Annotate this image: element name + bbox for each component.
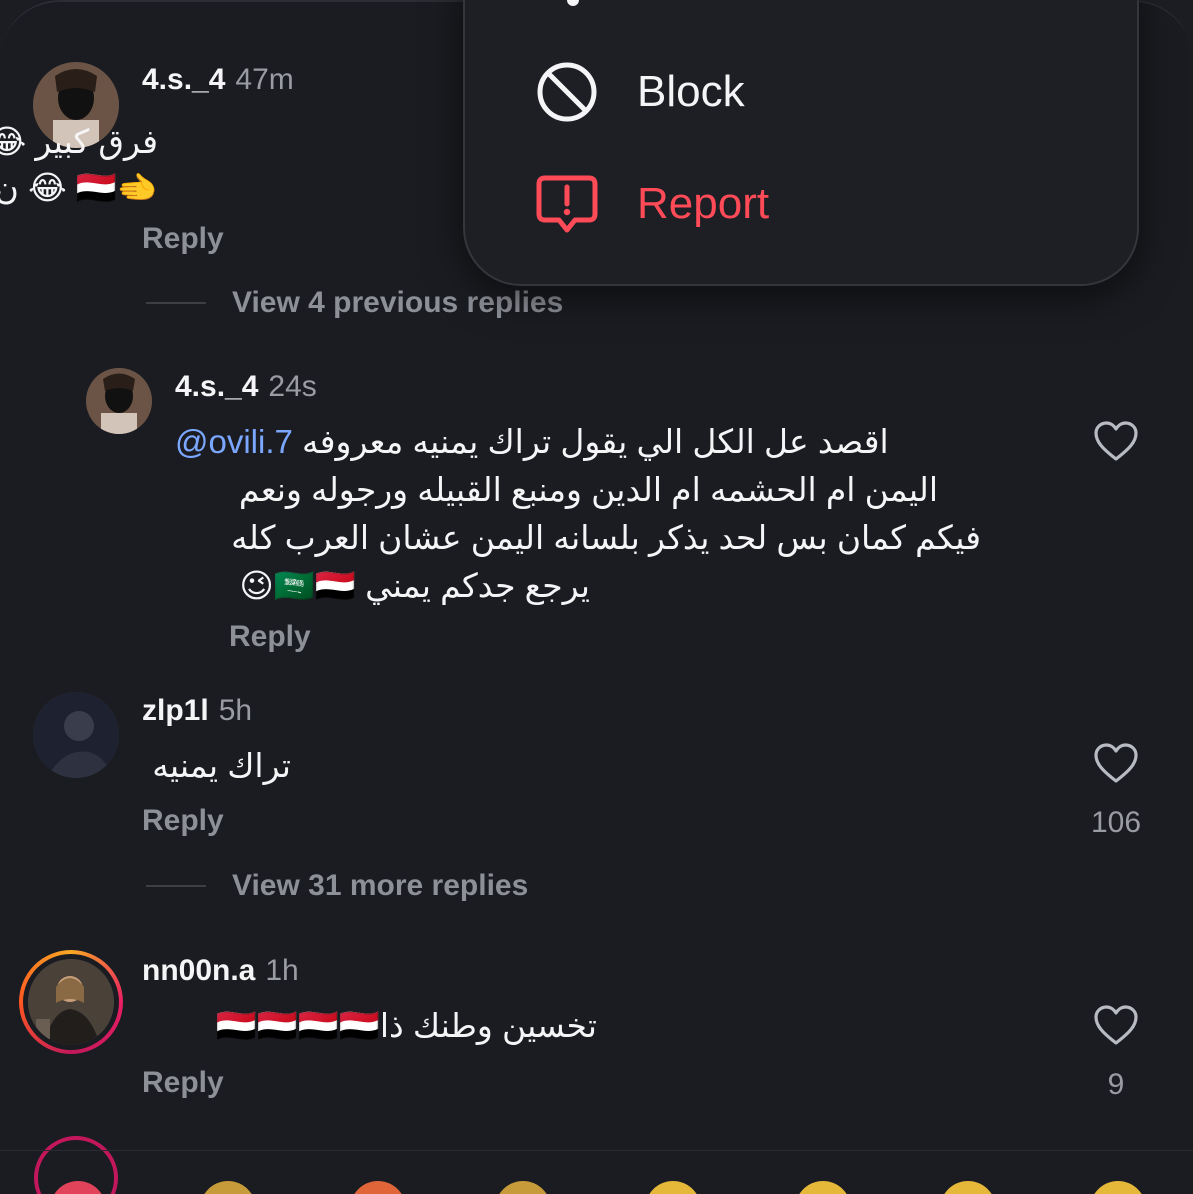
emoji-love-eyes[interactable]: [795, 1181, 851, 1194]
comment-text-line: تراك يمنيه: [152, 747, 291, 784]
emoji-shock[interactable]: [940, 1181, 996, 1194]
comment-username[interactable]: nn00n.a 1h: [142, 954, 299, 988]
comment-text: اقصد عل الكل الي يقول تراك يمنيه معروفه: [302, 423, 889, 460]
avatar[interactable]: [86, 368, 152, 434]
replies-divider: [146, 302, 206, 304]
replies-divider: [146, 885, 206, 887]
comment-text-line: تخسين وطنك ذا🇾🇪🇾🇪🇾🇪🇾🇪: [215, 1007, 597, 1044]
comment-time: 1h: [265, 954, 299, 987]
reply-button[interactable]: Reply: [229, 620, 311, 654]
view-more-replies[interactable]: View 31 more replies: [146, 869, 528, 903]
comment-text-line: فرق كبير 😂😂 خليج: [0, 123, 158, 160]
view-replies-label[interactable]: View 4 previous replies: [232, 286, 563, 320]
context-menu: Block Report: [463, 0, 1139, 286]
username-text[interactable]: 4.s._4: [142, 63, 225, 96]
like-button[interactable]: [1076, 1004, 1156, 1051]
username-text[interactable]: 4.s._4: [175, 370, 258, 403]
comment-username[interactable]: 4.s._4 47m: [142, 63, 294, 97]
emoji-raise-hands[interactable]: [495, 1181, 551, 1194]
view-replies-label[interactable]: View 31 more replies: [232, 869, 528, 903]
mention-link[interactable]: @ovili.7: [175, 423, 293, 460]
block-label[interactable]: Block: [637, 67, 745, 117]
report-menu-item[interactable]: Report: [535, 172, 769, 236]
emoji-sad[interactable]: [645, 1181, 701, 1194]
report-label[interactable]: Report: [637, 179, 769, 229]
comment-time: 24s: [268, 370, 317, 403]
emoji-quick-bar: [0, 1150, 1193, 1194]
comment-time: 5h: [218, 694, 253, 727]
avatar[interactable]: [33, 692, 119, 778]
comment-username[interactable]: zlp1l 5h: [142, 694, 252, 728]
username-text[interactable]: nn00n.a: [142, 954, 255, 987]
like-count: 9: [1107, 1068, 1125, 1101]
username-text[interactable]: zlp1l: [142, 694, 209, 727]
emoji-clap[interactable]: [200, 1181, 256, 1194]
avatar[interactable]: [28, 959, 114, 1045]
block-icon: [537, 62, 597, 122]
heart-icon[interactable]: [1093, 742, 1139, 784]
heart-icon[interactable]: [1093, 420, 1139, 462]
comments-sheet: 4.s._4 47m فرق كبير 😂😂 خليج 🫲🇾🇪 😂 ن ولخلي…: [0, 0, 1193, 1194]
comment-text-line: اليمن ام الحشمه ام الدين ومنبع القبيله و…: [238, 471, 938, 508]
like-button[interactable]: [1076, 742, 1156, 789]
emoji-heart[interactable]: [50, 1181, 106, 1194]
reply-button[interactable]: Reply: [142, 1066, 224, 1100]
emoji-fire[interactable]: [350, 1181, 406, 1194]
like-count: 106: [1090, 806, 1142, 839]
comment-text-line: 🫲🇾🇪 😂 ن ولخليج: [0, 169, 158, 206]
comment-3: zlp1l 5h تراك يمنيه Reply 106: [0, 680, 1193, 860]
comment-text-line: فيكم كمان بس لحد يذكر بلسانه اليمن عشان …: [231, 519, 981, 556]
reply-button[interactable]: Reply: [142, 804, 224, 838]
comment-2: 4.s._4 24s @ovili.7 اقصد عل الكل الي يقول…: [0, 360, 1193, 660]
reply-button[interactable]: Reply: [142, 222, 224, 256]
comment-time: 47m: [235, 63, 294, 96]
emoji-laugh[interactable]: [1090, 1181, 1146, 1194]
menu-hidden-item-dot: [567, 0, 579, 6]
block-menu-item[interactable]: Block: [535, 60, 745, 124]
comment-text-line: يرجع جدكم يمني 🇸🇦🇾🇪😉: [239, 567, 590, 604]
view-previous-replies[interactable]: View 4 previous replies: [146, 286, 563, 320]
comment-4: nn00n.a 1h تخسين وطنك ذا🇾🇪🇾🇪🇾🇪🇾🇪 Reply 9: [0, 940, 1193, 1120]
comment-text-line: @ovili.7 اقصد عل الكل الي يقول تراك يمني…: [175, 422, 889, 461]
like-button[interactable]: [1076, 420, 1156, 467]
report-icon: [536, 175, 598, 233]
comment-username[interactable]: 4.s._4 24s: [175, 370, 317, 404]
heart-icon[interactable]: [1093, 1004, 1139, 1046]
